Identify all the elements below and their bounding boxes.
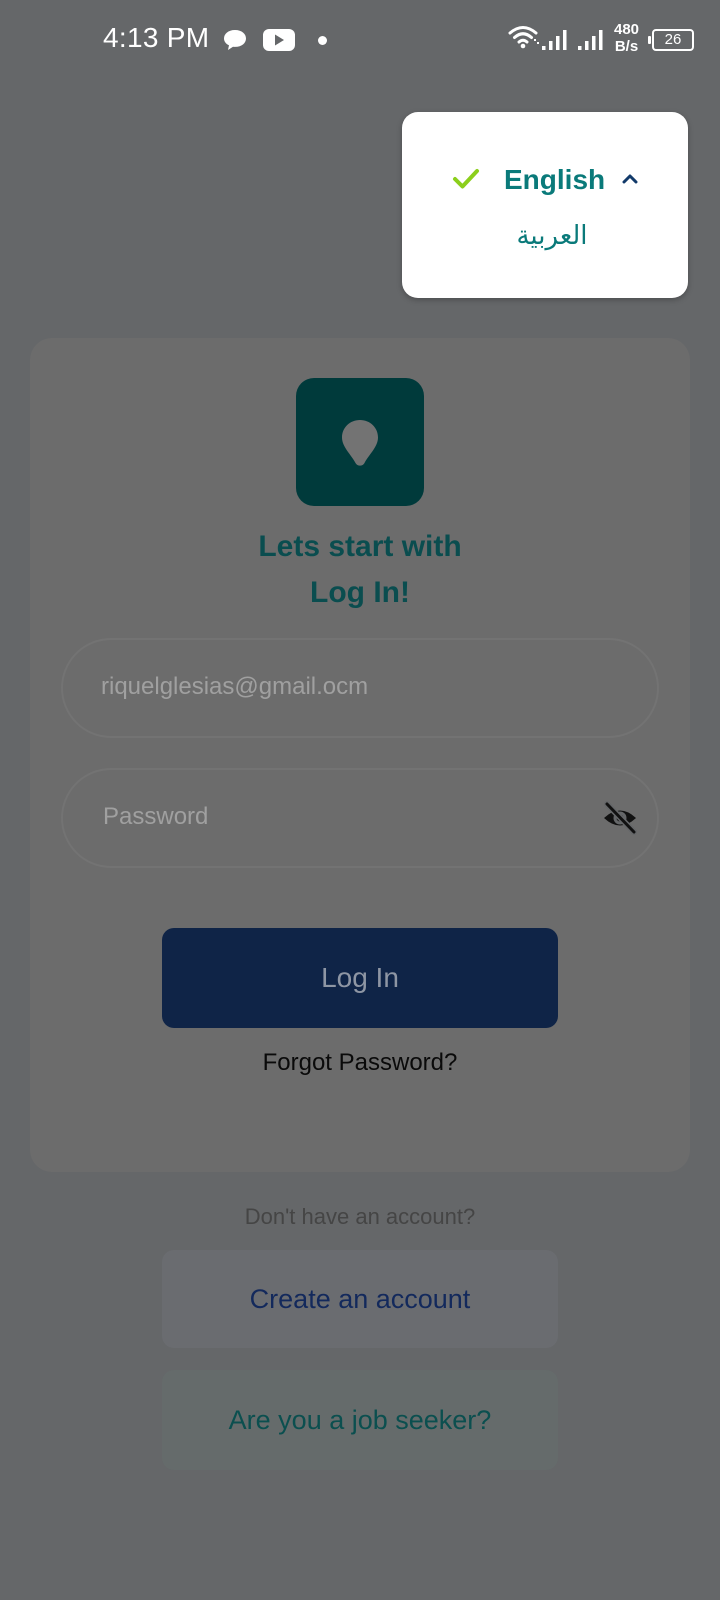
- language-dropdown: English العربية: [402, 112, 688, 298]
- language-option-arabic[interactable]: العربية: [502, 220, 602, 251]
- battery-level: 26: [664, 31, 682, 48]
- wifi-icon: [508, 24, 540, 55]
- no-account-prompt: Don't have an account?: [244, 1204, 476, 1229]
- check-icon: [452, 168, 480, 195]
- network-speed: 480 B/s: [614, 21, 639, 55]
- job-seeker-button[interactable]: Are you a job seeker?: [162, 1370, 558, 1470]
- forgot-password-link[interactable]: Forgot Password?: [200, 1049, 520, 1077]
- youtube-icon: [263, 28, 295, 57]
- signal-icon: [542, 28, 572, 57]
- location-pin-icon: [342, 420, 378, 466]
- app-logo: [296, 378, 424, 506]
- battery-icon: 26: [648, 29, 694, 51]
- chevron-up-icon[interactable]: [622, 172, 638, 190]
- network-speed-value: 480: [614, 21, 640, 38]
- status-bar: 4:13 PM 480 B/s 26: [0, 0, 720, 80]
- network-speed-unit: B/s: [614, 38, 639, 55]
- chat-icon: [222, 28, 248, 57]
- status-time: 4:13 PM: [103, 22, 210, 53]
- password-field[interactable]: Password: [61, 768, 659, 868]
- eye-off-icon[interactable]: [601, 801, 639, 840]
- login-button[interactable]: Log In: [162, 928, 558, 1028]
- signal-icon: [578, 28, 608, 57]
- email-value: riquelglesias@gmail.ocm: [101, 673, 369, 700]
- create-account-button[interactable]: Create an account: [162, 1250, 558, 1348]
- heading-line-2: Log In!: [310, 576, 410, 609]
- heading-line-1: Lets start with: [258, 530, 462, 563]
- email-field[interactable]: riquelglesias@gmail.ocm: [61, 638, 659, 738]
- dot-icon: [318, 36, 327, 45]
- login-heading: Lets start with Log In!: [160, 524, 560, 616]
- language-option-english[interactable]: English: [504, 164, 605, 196]
- password-placeholder: Password: [103, 803, 209, 830]
